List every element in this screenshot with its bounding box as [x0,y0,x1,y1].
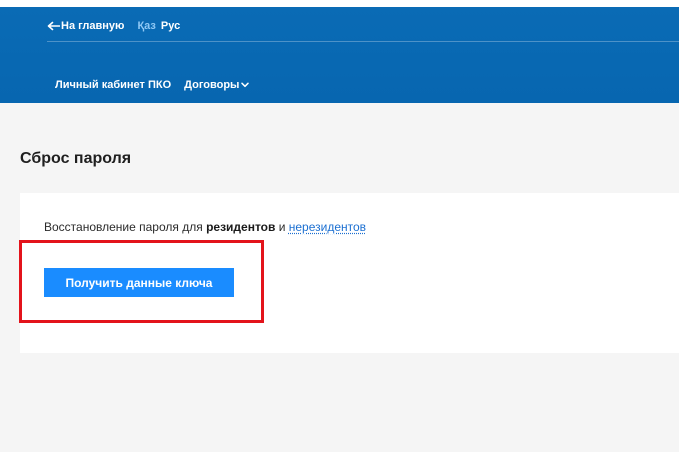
reset-description: Восстановление пароля для резидентов и н… [44,220,366,234]
main-nav: Личный кабинет ПКО Договоры [55,79,250,91]
top-strip [0,0,679,7]
chevron-down-icon [241,82,250,88]
nav-item-contracts[interactable]: Договоры [184,79,250,91]
nav-item-contracts-label: Договоры [184,79,240,91]
arrow-left-icon [47,21,60,31]
page-title: Сброс пароля [20,150,132,167]
nonresidents-link[interactable]: нерезидентов [289,220,366,234]
nav-item-cabinet-label: Личный кабинет ПКО [55,79,172,91]
reset-card: Восстановление пароля для резидентов и н… [20,193,679,353]
reset-text-prefix: Восстановление пароля для [44,220,207,234]
header-top-bar: На главную Қаз Рус [47,17,180,35]
nav-item-cabinet[interactable]: Личный кабинет ПКО [55,79,171,91]
get-key-data-button[interactable]: Получить данные ключа [44,268,234,297]
lang-rus-link[interactable]: Рус [161,20,180,32]
and-text: и [275,220,289,234]
back-to-main-link[interactable]: На главную [47,20,124,32]
residents-text: резидентов [206,220,276,234]
back-link-label: На главную [61,20,125,32]
lang-kaz-link[interactable]: Қаз [137,20,155,32]
header-divider [47,41,679,42]
site-header: На главную Қаз Рус Личный кабинет ПКО До… [0,7,679,103]
